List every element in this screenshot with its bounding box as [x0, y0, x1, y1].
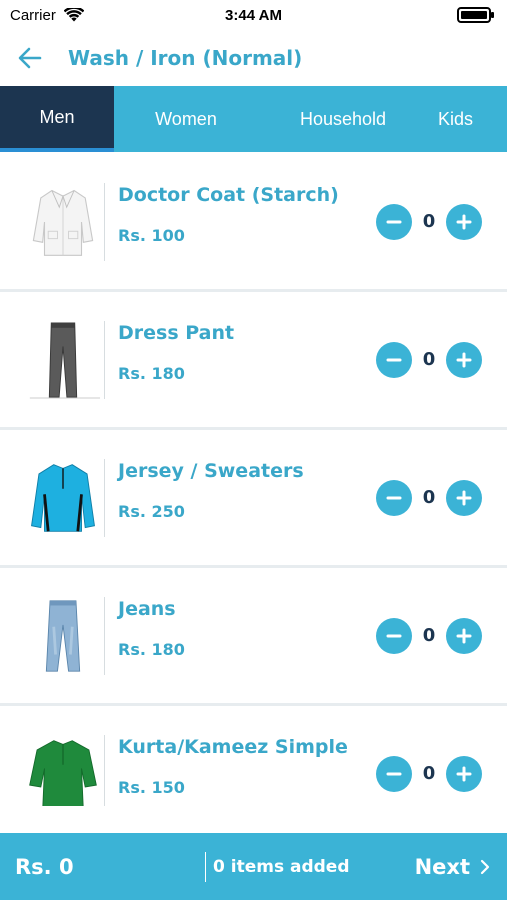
item-name: Dress Pant — [118, 321, 235, 344]
quantity-value: 0 — [422, 211, 436, 232]
quantity-value: 0 — [422, 349, 436, 370]
tab-men[interactable]: Men — [0, 86, 114, 152]
green-kurta-image — [23, 734, 103, 806]
next-label: Next — [414, 854, 470, 879]
carrier-label: Carrier — [10, 6, 56, 24]
cart-total: Rs. 0 — [15, 854, 74, 879]
increment-button[interactable] — [446, 479, 482, 516]
next-button[interactable]: Next — [415, 855, 507, 879]
wifi-icon — [63, 8, 84, 22]
list-item: Dress Pant Rs. 180 0 — [0, 292, 507, 427]
quantity-stepper: 0 — [376, 617, 482, 654]
tab-kids[interactable]: Kids — [428, 86, 507, 152]
minus-icon — [386, 772, 402, 775]
gray-pant-image — [23, 320, 103, 400]
decrement-button[interactable] — [376, 479, 412, 516]
item-divider — [104, 734, 105, 806]
blue-jeans-image — [23, 596, 103, 676]
white-coat-image — [23, 182, 103, 262]
minus-icon — [386, 634, 402, 637]
item-price: Rs. 250 — [118, 501, 185, 521]
battery-icon — [457, 7, 494, 23]
list-item: Jeans Rs. 180 0 — [0, 568, 507, 703]
decrement-button[interactable] — [376, 755, 412, 792]
quantity-value: 0 — [422, 763, 436, 784]
quantity-stepper: 0 — [376, 203, 482, 240]
item-price: Rs. 100 — [118, 225, 185, 245]
plus-icon — [456, 352, 472, 367]
item-name: Jersey / Sweaters — [118, 459, 304, 482]
status-left: Carrier — [10, 7, 84, 24]
item-divider — [104, 320, 105, 399]
quantity-value: 0 — [422, 625, 436, 646]
items-added-count: 0 items added — [213, 856, 350, 877]
increment-button[interactable] — [446, 755, 482, 792]
list-item: Doctor Coat (Starch) Rs. 100 0 — [0, 154, 507, 289]
decrement-button[interactable] — [376, 341, 412, 378]
nav-header: Wash / Iron (Normal) — [0, 30, 507, 86]
page-title: Wash / Iron (Normal) — [68, 46, 303, 70]
blue-jersey-image — [23, 458, 103, 538]
plus-icon — [456, 628, 472, 643]
increment-button[interactable] — [446, 203, 482, 240]
item-price: Rs. 180 — [118, 639, 185, 659]
list-item: Jersey / Sweaters Rs. 250 0 — [0, 430, 507, 565]
item-name: Jeans — [118, 597, 176, 620]
category-tab-bar: Men Women Household Kids — [0, 86, 507, 152]
decrement-button[interactable] — [376, 203, 412, 240]
quantity-stepper: 0 — [376, 755, 482, 792]
item-divider — [104, 182, 105, 261]
list-item: Kurta/Kameez Simple Rs. 150 0 — [0, 706, 507, 806]
minus-icon — [386, 220, 402, 223]
increment-button[interactable] — [446, 617, 482, 654]
quantity-stepper: 0 — [376, 479, 482, 516]
plus-icon — [456, 490, 472, 505]
footer-bar: Rs. 0 0 items added Next — [0, 833, 507, 900]
item-price: Rs. 150 — [118, 777, 185, 797]
tab-women[interactable]: Women — [114, 86, 258, 152]
plus-icon — [456, 766, 472, 781]
item-price: Rs. 180 — [118, 363, 185, 383]
minus-icon — [386, 496, 402, 499]
decrement-button[interactable] — [376, 617, 412, 654]
status-bar: Carrier 3:44 AM — [0, 0, 507, 30]
item-divider — [104, 596, 105, 675]
back-button[interactable] — [0, 30, 60, 86]
item-divider — [104, 458, 105, 537]
chevron-right-icon — [480, 859, 490, 874]
item-name: Doctor Coat (Starch) — [118, 183, 339, 206]
tab-household[interactable]: Household — [258, 86, 428, 152]
minus-icon — [386, 358, 402, 361]
quantity-value: 0 — [422, 487, 436, 508]
plus-icon — [456, 214, 472, 229]
quantity-stepper: 0 — [376, 341, 482, 378]
item-list[interactable]: Doctor Coat (Starch) Rs. 100 0 Dress Pan… — [0, 154, 507, 806]
increment-button[interactable] — [446, 341, 482, 378]
item-name: Kurta/Kameez Simple — [118, 735, 348, 758]
arrow-left-icon — [18, 47, 42, 69]
